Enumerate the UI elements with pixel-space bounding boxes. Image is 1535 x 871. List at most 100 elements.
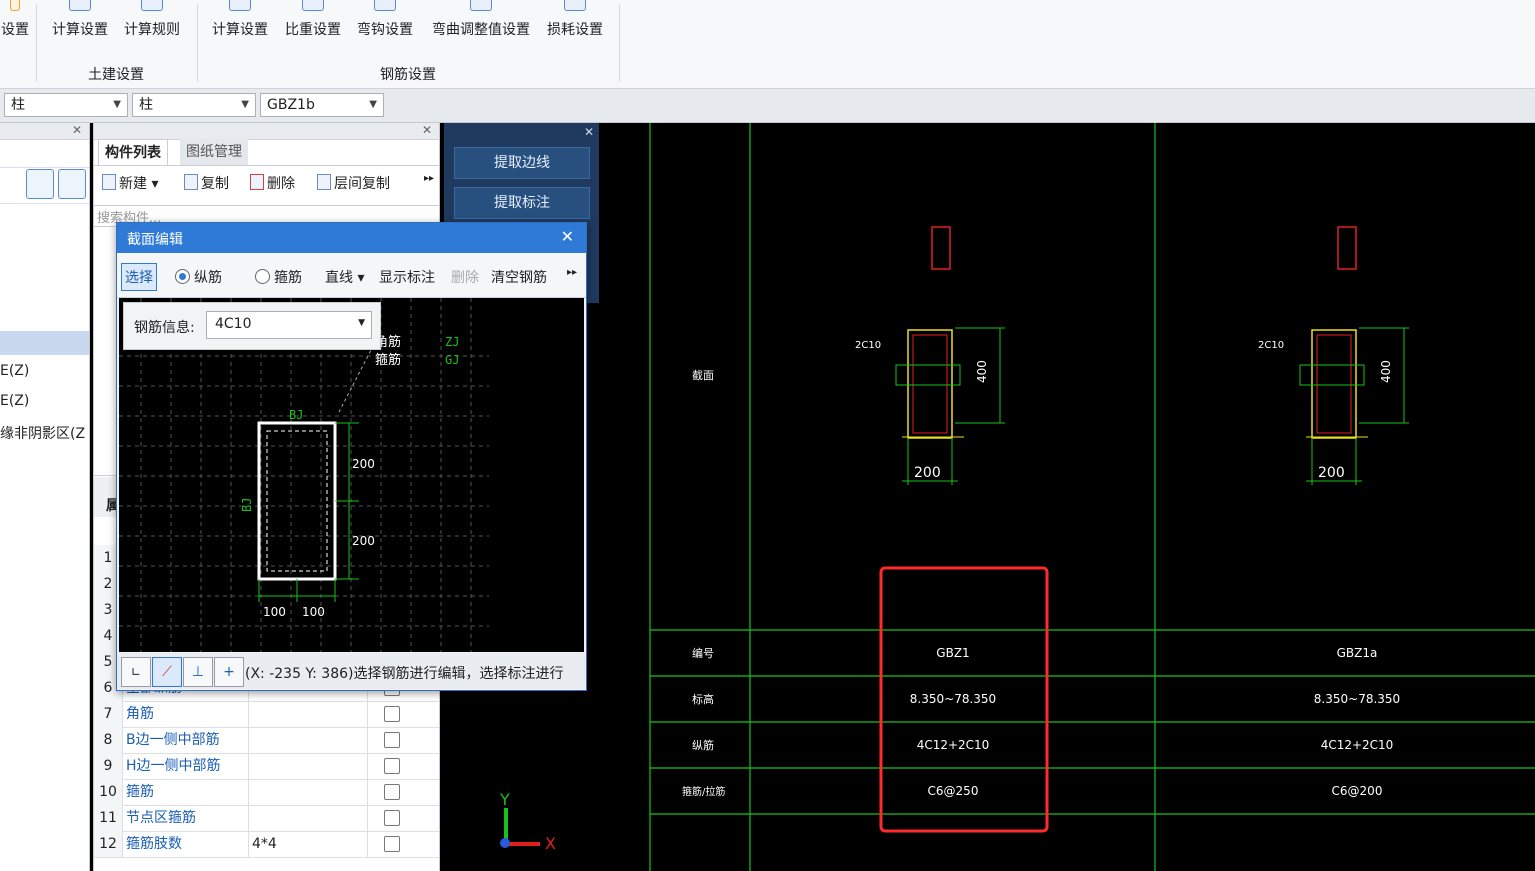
table-row[interactable]: 11 节点区箍筋: [94, 805, 439, 832]
row-label-longitudinal: 纵筋: [692, 738, 714, 752]
close-icon[interactable]: ✕: [422, 123, 432, 137]
cell-elevation: 8.350~78.350: [1314, 692, 1400, 706]
floor-copy-button[interactable]: 层间复制: [317, 173, 390, 193]
section-drawing-2[interactable]: [1299, 226, 1409, 485]
row-label-stirrup: 箍筋/拉筋: [682, 785, 725, 798]
table-row[interactable]: 9 H边一侧中部筋: [94, 753, 439, 780]
bend-icon: [470, 0, 492, 11]
rebar-calc-icon: [229, 0, 251, 11]
extract-labels-button[interactable]: 提取标注: [454, 187, 590, 219]
ortho-icon[interactable]: ∟: [121, 657, 151, 687]
close-icon[interactable]: ✕: [584, 125, 594, 139]
dim-400: 400: [1379, 360, 1393, 383]
stirrup-outline[interactable]: [266, 430, 328, 572]
checkbox[interactable]: [384, 732, 400, 748]
tab-component-list[interactable]: 构件列表: [98, 139, 168, 166]
checkbox[interactable]: [384, 810, 400, 826]
clear-rebar-button[interactable]: 清空钢筋: [491, 267, 547, 287]
cell-stirrup: C6@250: [928, 784, 979, 798]
table-row[interactable]: 8 B边一侧中部筋: [94, 727, 439, 754]
copy-button[interactable]: 复制: [184, 173, 229, 193]
snap-icon[interactable]: ⟋: [152, 657, 182, 687]
extract-edges-button[interactable]: 提取边线: [454, 147, 590, 179]
table-row[interactable]: 10 箍筋: [94, 779, 439, 806]
axis-x-line: [506, 842, 540, 846]
status-text: (X: -235 Y: 386)选择钢筋进行编辑，选择标注进行: [245, 666, 564, 682]
dialog-titlebar[interactable]: 截面编辑 ✕: [117, 223, 586, 253]
nav-tree-panel: ✕ E(Z) E(Z) 缘非阴影区(Z: [0, 123, 90, 871]
axis-y-label: Y: [500, 790, 510, 809]
cell-stirrup: C6@200: [1332, 784, 1383, 798]
row-number: 10: [94, 779, 123, 805]
loss-settings-button[interactable]: 损耗设置: [543, 0, 607, 60]
show-label-button[interactable]: 显示标注: [379, 267, 435, 287]
rebar-group-label: 钢筋设置: [380, 67, 436, 83]
origin-dot: [500, 838, 510, 848]
radio-longitudinal[interactable]: 纵筋: [175, 267, 222, 287]
cad-drawing[interactable]: 2C10 2C10 400 400 200 200 截面 编号 标高 纵筋 箍筋…: [600, 123, 1535, 871]
section-canvas[interactable]: 角筋 箍筋 200 200 100 100 ZJ GJ BJ BJ 钢筋信息: …: [119, 298, 584, 652]
section-drawing-1[interactable]: [895, 226, 1005, 485]
checkbox[interactable]: [384, 758, 400, 774]
property-name: H边一侧中部筋: [126, 758, 221, 774]
hook-settings-button[interactable]: 弯钩设置: [353, 0, 417, 60]
type-select[interactable]: 柱 ▼: [132, 93, 256, 117]
selector-bar: 柱 ▼ 柱 ▼ GBZ1b ▼: [0, 89, 1535, 123]
dim-200: 200: [1318, 465, 1345, 481]
more-icon[interactable]: ▸▸: [567, 267, 577, 278]
tab-drawing-management[interactable]: 图纸管理: [180, 139, 248, 165]
row-number: 11: [94, 805, 123, 831]
floor-select[interactable]: 柱 ▼: [4, 93, 128, 117]
property-value[interactable]: 4*4: [252, 831, 277, 857]
more-icon[interactable]: ▸▸: [424, 173, 434, 184]
chevron-down-icon: ▼: [113, 99, 121, 110]
rebar-info-select[interactable]: 4C10 ▼: [206, 311, 372, 339]
row-number: 7: [94, 701, 123, 727]
list-view-icon[interactable]: [26, 169, 54, 199]
radio-stirrup[interactable]: 箍筋: [255, 267, 302, 287]
checkbox[interactable]: [384, 784, 400, 800]
dim-height-1: 200: [352, 457, 375, 471]
card-view-icon[interactable]: [58, 169, 86, 199]
checkbox[interactable]: [384, 706, 400, 722]
dim-width-2: 100: [302, 605, 325, 619]
tree-selected-row[interactable]: [0, 331, 89, 355]
civil-calc-settings-button[interactable]: 计算设置: [48, 0, 112, 60]
checkbox[interactable]: [384, 836, 400, 852]
component-select[interactable]: GBZ1b ▼: [260, 93, 384, 117]
line-dropdown[interactable]: 直线 ▾: [325, 267, 364, 287]
rebar-info-box: 钢筋信息: 4C10 ▼: [123, 302, 381, 350]
tree-item[interactable]: E(Z): [0, 363, 29, 379]
weight-settings-button[interactable]: 比重设置: [281, 0, 345, 60]
legend-code-gj: GJ: [445, 353, 459, 367]
table-row[interactable]: 7 角筋: [94, 701, 439, 728]
new-icon: [102, 174, 116, 190]
settings-button-cut[interactable]: 设置: [0, 0, 30, 60]
perpendicular-icon[interactable]: ⊥: [183, 657, 213, 687]
calc-rules-icon: [141, 0, 163, 11]
close-icon[interactable]: ✕: [72, 123, 82, 137]
chevron-down-icon: ▼: [358, 318, 365, 328]
property-name: 箍筋肢数: [126, 836, 182, 852]
label-2c10: 2C10: [1258, 340, 1284, 351]
hook-icon: [374, 0, 396, 11]
civil-calc-rules-button[interactable]: 计算规则: [120, 0, 184, 60]
label-2c10: 2C10: [855, 340, 881, 351]
delete-button[interactable]: 删除: [250, 173, 295, 193]
dim-width-1: 100: [263, 605, 286, 619]
rebar-calc-settings-button[interactable]: 计算设置: [208, 0, 272, 60]
tree-item[interactable]: 缘非阴影区(Z: [0, 423, 89, 443]
select-button[interactable]: 选择: [121, 263, 157, 291]
label-top-bj: BJ: [289, 408, 303, 422]
bend-adjust-settings-button[interactable]: 弯曲调整值设置: [426, 0, 536, 60]
table-row[interactable]: 12 箍筋肢数 4*4: [94, 831, 439, 858]
rebar-info-label: 钢筋信息:: [134, 320, 195, 336]
close-icon[interactable]: ✕: [561, 227, 574, 246]
dialog-toolbar: 选择 纵筋 箍筋 直线 ▾ 显示标注 删除 清空钢筋 ▸▸: [117, 253, 586, 298]
new-button[interactable]: 新建 ▾: [102, 173, 158, 193]
tree-item[interactable]: E(Z): [0, 393, 29, 409]
dialog-delete-button[interactable]: 删除: [451, 267, 479, 287]
dialog-title: 截面编辑: [127, 232, 183, 248]
calc-settings-icon: [69, 0, 91, 11]
add-point-icon[interactable]: +: [214, 657, 244, 687]
